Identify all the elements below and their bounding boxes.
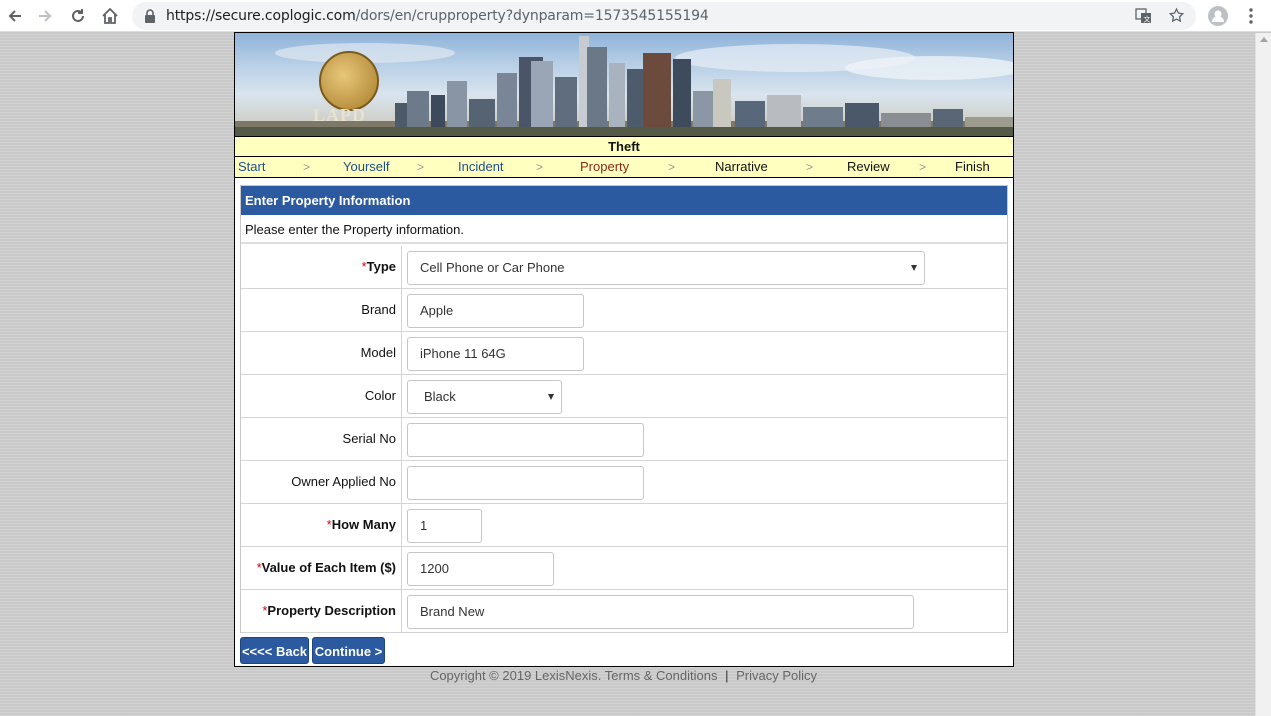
value-each-label: *Value of Each Item ($): [241, 547, 402, 589]
step-property: Property: [580, 159, 630, 174]
type-select-value: Cell Phone or Car Phone: [420, 260, 565, 275]
panel-title: Enter Property Information: [241, 186, 1007, 215]
how-many-label: *How Many: [241, 504, 402, 546]
serial-input[interactable]: [407, 423, 644, 457]
police-badge-logo: [319, 51, 379, 111]
svg-text:文: 文: [1144, 15, 1151, 24]
step-yourself[interactable]: Yourself: [343, 157, 390, 177]
serial-label: Serial No: [241, 418, 402, 460]
back-button[interactable]: <<<< Back: [240, 637, 309, 664]
panel-subtitle: Please enter the Property information.: [241, 215, 1007, 244]
type-select[interactable]: Cell Phone or Car Phone: [407, 251, 925, 285]
account-icon[interactable]: [1206, 4, 1230, 28]
row-serial: Serial No: [241, 418, 1007, 461]
footer: Copyright © 2019 LexisNexis. Terms & Con…: [0, 668, 1247, 683]
step-separator: >: [303, 160, 311, 174]
property-form-panel: Enter Property Information Please enter …: [240, 185, 1008, 633]
lapd-banner: LAPD: [235, 33, 1013, 136]
row-description: *Property Description Brand New: [241, 590, 1007, 633]
owner-no-input[interactable]: [407, 466, 644, 500]
step-separator: >: [536, 160, 544, 174]
row-model: Model iPhone 11 64G: [241, 332, 1007, 375]
scroll-up-arrow-icon[interactable]: [1260, 37, 1268, 42]
value-each-label-text: Value of Each Item ($): [261, 560, 396, 575]
footer-separator: |: [725, 668, 729, 683]
brand-label: Brand: [241, 289, 402, 331]
url-text: https://secure.coplogic.com/dors/en/crup…: [166, 8, 709, 24]
star-icon[interactable]: [1168, 7, 1185, 27]
row-color: Color Black: [241, 375, 1007, 418]
step-start[interactable]: Start: [238, 157, 265, 177]
home-icon[interactable]: [98, 4, 122, 28]
row-type: *Type Cell Phone or Car Phone: [241, 246, 1007, 289]
menu-dots-icon[interactable]: [1239, 4, 1263, 28]
type-label: *Type: [241, 246, 402, 288]
badge-text: LAPD: [313, 105, 366, 125]
value-each-input[interactable]: 1200: [407, 552, 554, 586]
progress-steps: Start > Yourself > Incident > Property >…: [235, 157, 1013, 178]
brand-input[interactable]: Apple: [407, 294, 584, 328]
forward-arrow-icon[interactable]: [33, 4, 57, 28]
step-separator: >: [806, 160, 814, 174]
lock-icon[interactable]: [144, 9, 156, 26]
step-narrative: Narrative: [715, 159, 768, 174]
row-brand: Brand Apple: [241, 289, 1007, 332]
terms-link[interactable]: Terms & Conditions: [605, 668, 718, 683]
row-value-each: *Value of Each Item ($) 1200: [241, 547, 1007, 590]
description-input[interactable]: Brand New: [407, 595, 914, 629]
url-path: /dors/en/crupproperty?dynparam=157354515…: [355, 8, 709, 24]
url-host: https://secure.coplogic.com: [166, 8, 356, 24]
how-many-input[interactable]: 1: [407, 509, 482, 543]
step-separator: >: [668, 160, 676, 174]
translate-icon[interactable]: 文: [1135, 8, 1152, 27]
report-container: LAPD Theft Start > Yourself > Incident >…: [234, 32, 1014, 667]
color-select[interactable]: Black: [407, 380, 562, 414]
owner-no-label: Owner Applied No: [241, 461, 402, 503]
type-label-text: Type: [366, 259, 396, 274]
page-scrollbar[interactable]: [1255, 33, 1271, 716]
step-finish: Finish: [955, 159, 990, 174]
description-label: *Property Description: [241, 590, 402, 632]
model-input[interactable]: iPhone 11 64G: [407, 337, 584, 371]
model-label: Model: [241, 332, 402, 374]
step-separator: >: [919, 160, 927, 174]
page-title: Theft: [235, 136, 1013, 157]
copyright-text: Copyright © 2019 LexisNexis.: [429, 668, 602, 683]
color-label: Color: [241, 375, 402, 417]
row-owner-no: Owner Applied No: [241, 461, 1007, 504]
continue-button[interactable]: Continue >: [312, 637, 385, 664]
back-arrow-icon[interactable]: [3, 4, 27, 28]
browser-toolbar: https://secure.coplogic.com/dors/en/crup…: [0, 0, 1271, 32]
row-how-many: *How Many 1: [241, 504, 1007, 547]
how-many-label-text: How Many: [331, 517, 396, 532]
step-incident[interactable]: Incident: [458, 157, 504, 177]
step-review: Review: [847, 159, 890, 174]
address-bar[interactable]: https://secure.coplogic.com/dors/en/crup…: [132, 2, 1196, 30]
chevron-down-icon: [548, 394, 554, 400]
description-label-text: Property Description: [267, 603, 396, 618]
privacy-link[interactable]: Privacy Policy: [736, 668, 817, 683]
chevron-down-icon: [911, 265, 917, 271]
step-separator: >: [417, 160, 425, 174]
color-select-value: Black: [424, 389, 456, 404]
reload-icon[interactable]: [66, 4, 90, 28]
